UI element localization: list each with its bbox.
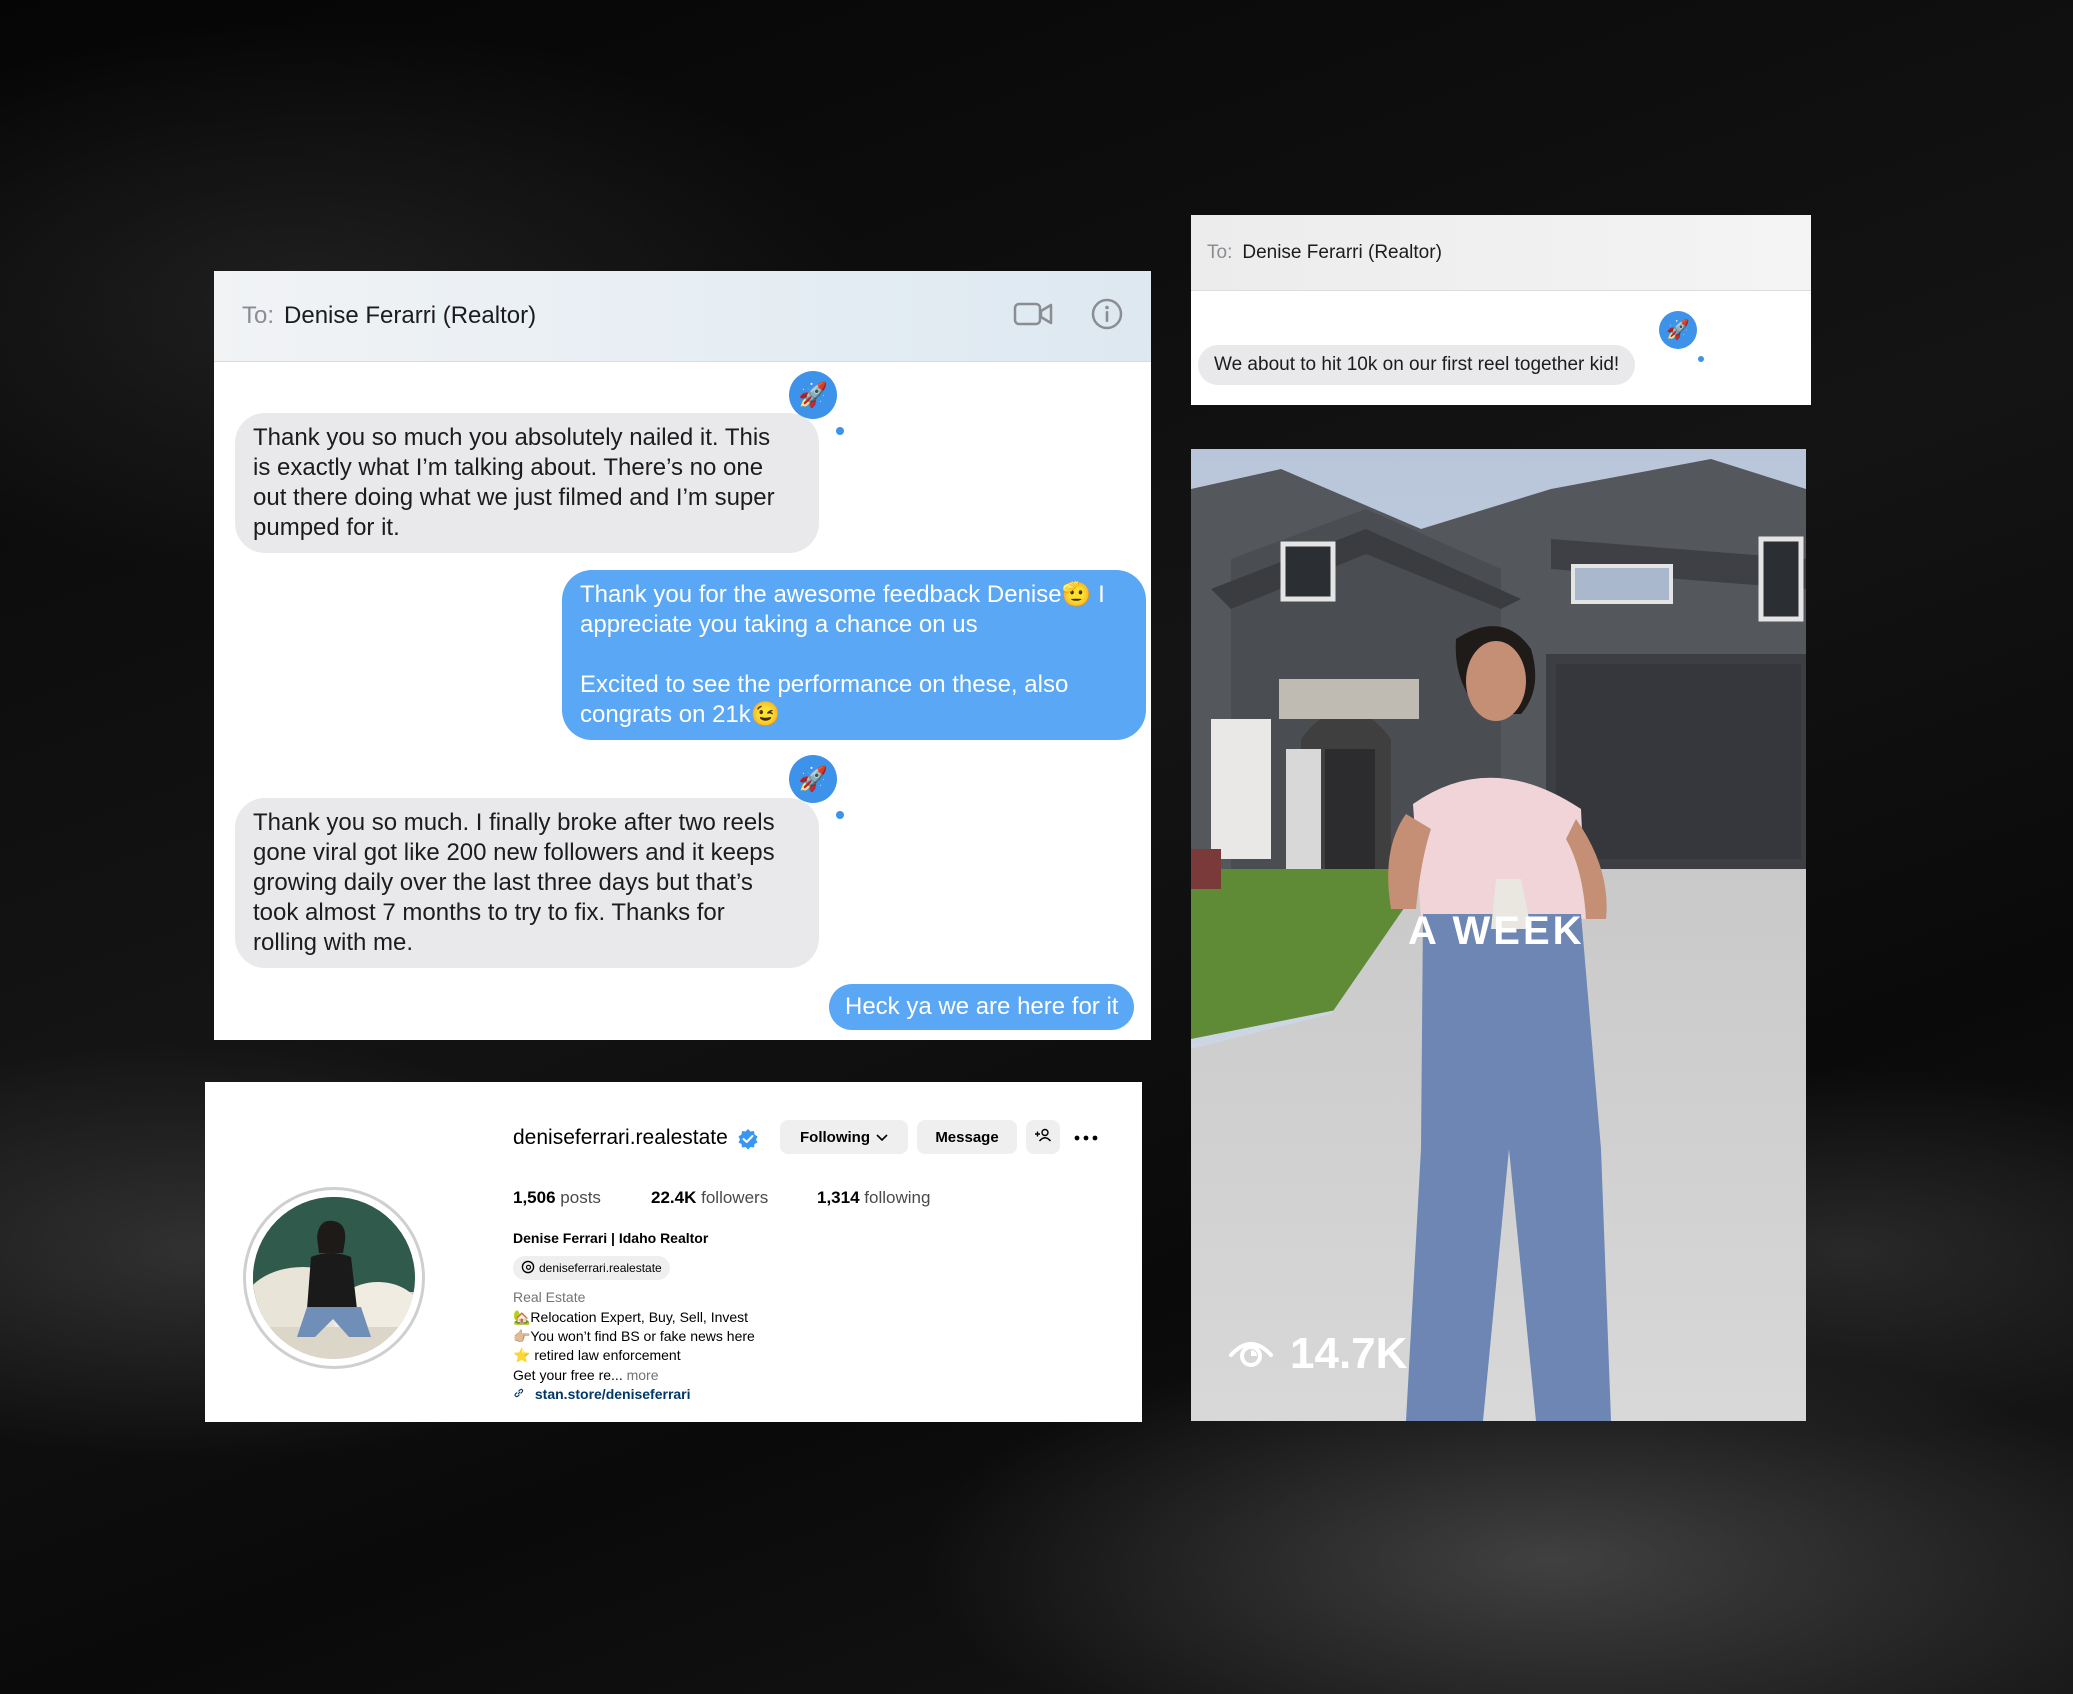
message-line: Thank you so much you absolutely nailed … xyxy=(253,424,771,451)
posts-stat: 1,506 posts xyxy=(513,1188,601,1207)
rocket-reaction-icon[interactable]: 🚀 xyxy=(789,755,837,803)
to-label: To: xyxy=(1207,241,1233,263)
message-button[interactable]: Message xyxy=(917,1120,1017,1154)
message-text: We about to hit 10k on our first reel to… xyxy=(1214,354,1620,375)
threads-badge[interactable]: deniseferrari.realestate xyxy=(513,1256,670,1280)
profile-link[interactable]: stan.store/deniseferrari xyxy=(513,1386,691,1402)
message-line: gone viral got like 200 new followers an… xyxy=(253,839,775,866)
more-options-icon[interactable] xyxy=(1073,1126,1099,1155)
reel-overlay-text: A WEEK xyxy=(1408,909,1585,953)
view-count: 14.7K xyxy=(1228,1329,1407,1379)
message-line: is exactly what I’m talking about. There… xyxy=(253,454,764,481)
following-button[interactable]: Following xyxy=(780,1120,908,1154)
threads-icon xyxy=(521,1260,535,1277)
message-line: appreciate you taking a chance on us xyxy=(580,611,978,638)
followers-stat[interactable]: 22.4K followers xyxy=(651,1188,768,1208)
following-stat[interactable]: 1,314 following xyxy=(817,1188,930,1208)
info-icon[interactable] xyxy=(1091,298,1123,335)
message-line: growing daily over the last three days b… xyxy=(253,869,753,896)
display-name: Denise Ferrari | Idaho Realtor xyxy=(513,1230,709,1246)
imessage-conversation: To: Denise Ferarri (Realtor) Thank you s… xyxy=(214,271,1151,1040)
message-line: out there doing what we just filmed and … xyxy=(253,484,775,511)
rocket-reaction-icon[interactable]: 🚀 xyxy=(789,371,837,419)
chevron-down-icon xyxy=(876,1129,888,1146)
message-line: congrats on 21k😉 xyxy=(580,701,781,728)
message-line: Thank you for the awesome feedback Denis… xyxy=(580,581,1105,608)
rocket-reaction-icon[interactable]: 🚀 xyxy=(1659,311,1697,349)
category-label: Real Estate xyxy=(513,1289,586,1305)
add-user-button[interactable] xyxy=(1026,1120,1060,1154)
link-icon xyxy=(513,1386,529,1402)
reel-video-frame[interactable]: A WEEK 14.7K xyxy=(1191,449,1806,1421)
profile-avatar[interactable] xyxy=(243,1187,425,1369)
message-line: took almost 7 months to try to fix. Than… xyxy=(253,899,725,926)
view-count-value: 14.7K xyxy=(1290,1329,1408,1378)
conversation-header: To: Denise Ferarri (Realtor) xyxy=(214,271,1151,362)
outgoing-message[interactable]: Heck ya we are here for it xyxy=(829,984,1135,1030)
verified-badge-icon xyxy=(737,1128,759,1155)
recipient-name[interactable]: Denise Ferarri (Realtor) xyxy=(284,302,536,330)
instagram-profile: deniseferrari.realestate Following Messa… xyxy=(205,1082,1142,1422)
conversation-header: To: Denise Ferarri (Realtor) xyxy=(1191,215,1811,291)
avatar xyxy=(253,1197,415,1359)
bio-line: ⭐ retired law enforcement xyxy=(513,1347,681,1363)
more-link[interactable]: more xyxy=(627,1367,659,1383)
outgoing-message[interactable]: Thank you for the awesome feedback Denis… xyxy=(562,570,1146,740)
incoming-message[interactable]: Thank you so much. I finally broke after… xyxy=(235,798,819,968)
video-camera-icon[interactable] xyxy=(1013,300,1053,333)
imessage-conversation-2: To: Denise Ferarri (Realtor) We about to… xyxy=(1191,215,1811,405)
bio-line: 👉🏼You won’t find BS or fake news here xyxy=(513,1328,755,1344)
message-line: Excited to see the performance on these,… xyxy=(580,671,1069,698)
eye-icon xyxy=(1228,1335,1274,1374)
message-line: rolling with me. xyxy=(253,929,414,956)
bio-truncated: Get your free re... more xyxy=(513,1367,659,1383)
bio-line: 🏡Relocation Expert, Buy, Sell, Invest xyxy=(513,1309,749,1325)
recipient-name[interactable]: Denise Ferarri (Realtor) xyxy=(1242,242,1442,264)
incoming-message[interactable]: We about to hit 10k on our first reel to… xyxy=(1198,345,1636,385)
add-person-icon xyxy=(1034,1128,1052,1146)
message-line: Thank you so much. I finally broke after… xyxy=(253,809,775,836)
message-line: Heck ya we are here for it xyxy=(845,993,1119,1020)
message-line xyxy=(580,640,1128,670)
username: deniseferrari.realestate xyxy=(513,1126,728,1149)
incoming-message[interactable]: Thank you so much you absolutely nailed … xyxy=(235,413,819,553)
message-line: pumped for it. xyxy=(253,514,400,541)
to-label: To: xyxy=(242,302,275,329)
